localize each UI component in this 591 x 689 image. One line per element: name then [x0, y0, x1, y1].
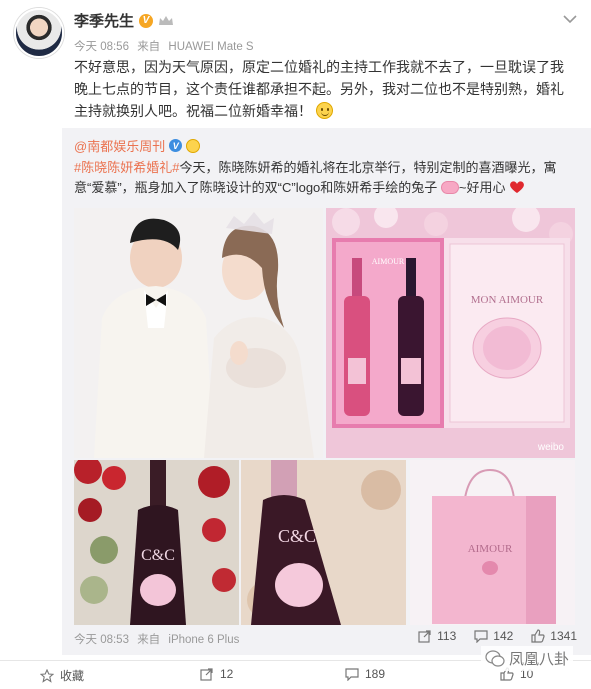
repost-forward-count: 113	[437, 629, 457, 643]
favorite-label: 收藏	[60, 669, 85, 683]
post-source: HUAWEI Mate S	[168, 41, 254, 53]
comment-count: 189	[365, 667, 386, 681]
repost-text: #陈晓陈妍希婚礼#今天，陈晓陈妍希的婚礼将在北京举行，特别定制的喜酒曝光，寓意“…	[74, 158, 584, 198]
forward-count: 12	[220, 667, 234, 681]
crown-icon	[159, 15, 174, 25]
repost-stats: 113 142 1341	[418, 629, 577, 643]
wechat-icon	[485, 649, 505, 667]
photo-couple[interactable]	[74, 208, 323, 458]
photo-wine-box[interactable]: MON AIMOUR AIMOUR weibo	[326, 208, 575, 458]
post-text: 不好意思，因为天气原因，原定二位婚礼的主持工作我就不去了，一旦耽误了我晚上七点的…	[74, 56, 574, 122]
thumbs-up-icon	[531, 629, 545, 643]
repost-source: iPhone 6 Plus	[168, 634, 240, 646]
roses-illustration: C&C	[74, 460, 239, 625]
repost-source-prefix: 来自	[137, 634, 161, 646]
repost-like-button[interactable]: 1341	[531, 629, 577, 643]
hashtag-link[interactable]: #陈晓陈妍希婚礼#	[74, 160, 179, 175]
photo-watermark: weibo	[537, 442, 565, 453]
photo-bottle-roses[interactable]: C&C	[74, 460, 239, 625]
chevron-down-icon[interactable]	[563, 14, 577, 24]
channel-watermark: 凤凰八卦	[480, 646, 573, 671]
watermark-text: 凤凰八卦	[508, 651, 569, 668]
repost-body-end: ~好用心	[458, 180, 506, 195]
comment-icon	[474, 630, 488, 643]
smile-emoji-icon	[315, 102, 333, 119]
comment-button[interactable]: 189	[345, 667, 385, 681]
star-icon	[40, 668, 54, 683]
verified-badge-icon: V	[169, 139, 183, 152]
photo-gift-bag[interactable]: AIMOUR	[410, 460, 575, 625]
gift-bag-illustration: AIMOUR	[410, 460, 575, 625]
repost-comment-button[interactable]: 142	[474, 629, 513, 643]
comment-icon	[345, 668, 359, 681]
username[interactable]: 李季先生	[74, 10, 134, 31]
repost-meta: 今天 08:53 来自 iPhone 6 Plus	[74, 631, 244, 647]
emoji-icon	[186, 138, 201, 153]
pig-emoji-icon	[440, 181, 459, 194]
heart-icon	[510, 181, 525, 193]
forward-icon	[200, 668, 213, 681]
post-time[interactable]: 今天 08:56	[74, 41, 129, 53]
bottle-closeup-illustration: C&C	[241, 460, 406, 625]
box-inner-brand: AIMOUR	[372, 257, 405, 266]
verified-badge-icon: V	[139, 13, 154, 28]
repost-author[interactable]: @南都娱乐周刊	[74, 136, 165, 155]
photo-bottle-closeup[interactable]: C&C	[241, 460, 406, 625]
repost-forward-button[interactable]: 113	[418, 629, 456, 643]
favorite-button[interactable]: 收藏	[40, 667, 84, 684]
wine-box-illustration: MON AIMOUR AIMOUR weibo	[326, 208, 575, 458]
box-lid-label: MON AIMOUR	[471, 294, 544, 306]
forward-icon	[418, 630, 431, 643]
author-row: 李季先生 V	[74, 10, 174, 31]
bottle-logo-closeup: C&C	[278, 526, 316, 546]
bottle-logo: C&C	[141, 547, 175, 564]
bag-label: AIMOUR	[468, 543, 513, 555]
weibo-post: 李季先生 V 今天 08:56 来自 HUAWEI Mate S 不好意思，因为…	[0, 0, 591, 689]
repost-box: @南都娱乐周刊 V #陈晓陈妍希婚礼#今天，陈晓陈妍希的婚礼将在北京举行，特别定…	[62, 128, 591, 655]
repost-comment-count: 142	[493, 629, 514, 643]
post-meta: 今天 08:56 来自 HUAWEI Mate S	[74, 38, 259, 54]
repost-author-row: @南都娱乐周刊 V	[74, 136, 201, 155]
couple-illustration	[74, 208, 323, 458]
repost-time[interactable]: 今天 08:53	[74, 634, 129, 646]
repost-like-count: 1341	[550, 629, 577, 643]
avatar[interactable]	[14, 8, 64, 58]
forward-button[interactable]: 12	[200, 667, 233, 681]
source-prefix: 来自	[137, 41, 161, 53]
